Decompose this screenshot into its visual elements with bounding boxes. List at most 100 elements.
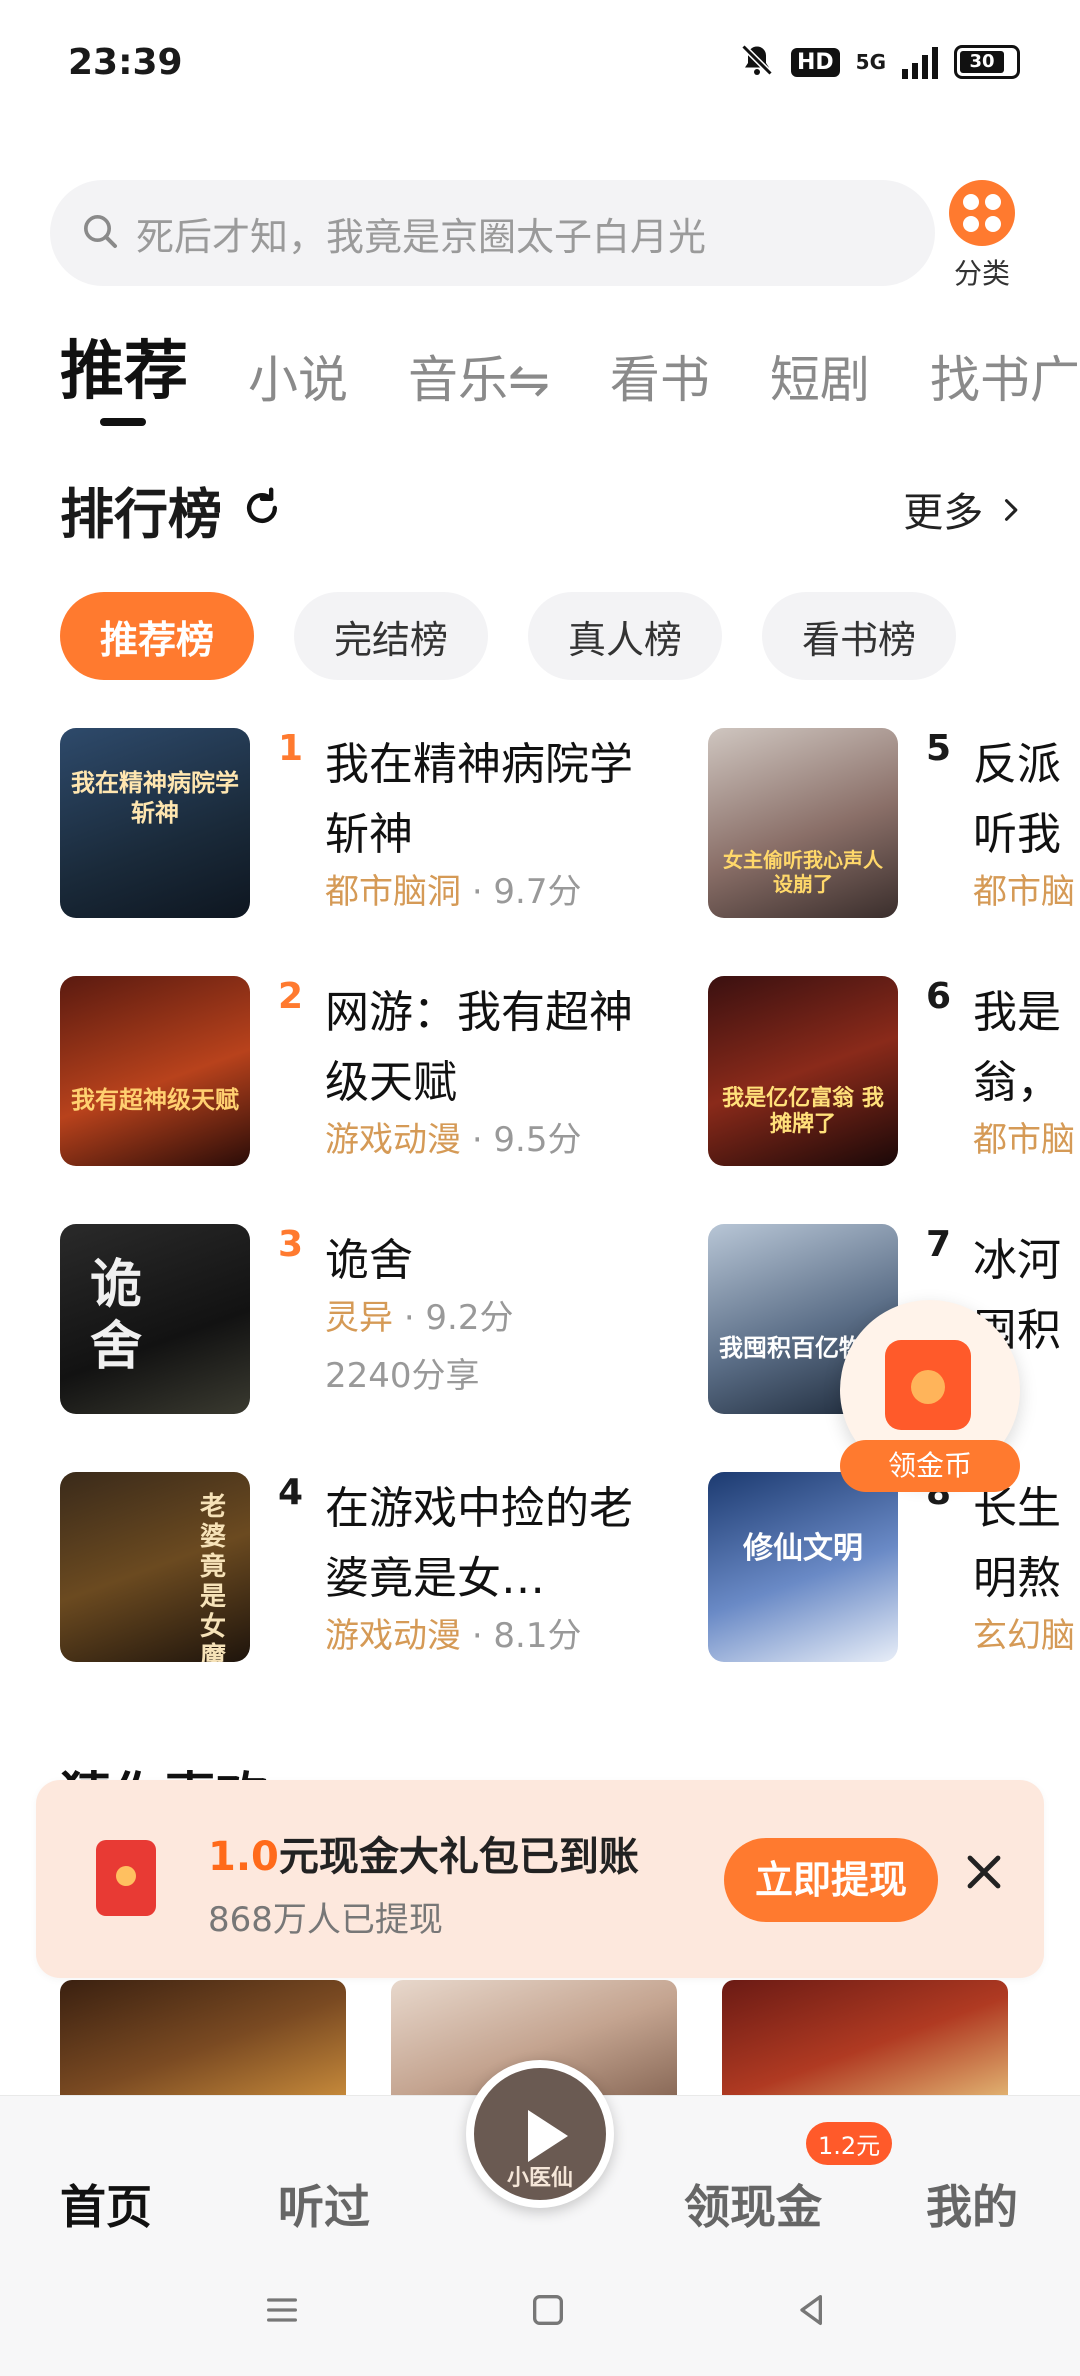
book-genre: 游戏动漫: [325, 1616, 461, 1656]
hd-icon: HD: [790, 47, 840, 77]
red-envelope-icon: [96, 1840, 156, 1916]
rank-number: 5: [926, 728, 952, 769]
pill-completed[interactable]: 完结榜: [294, 592, 489, 680]
mini-player[interactable]: 小医仙: [466, 2060, 614, 2208]
category-label: 分类: [953, 257, 1010, 290]
book-cover: 我有超神级天赋: [60, 976, 250, 1166]
nav-cash[interactable]: 领现金: [684, 2171, 822, 2237]
rank-number: 2: [278, 976, 304, 1017]
cash-banner[interactable]: 1.0元现金大礼包已到账 868万人已提现 立即提现: [36, 1780, 1044, 1978]
more-label: 更多: [903, 490, 984, 536]
tab-short-drama[interactable]: 短剧: [770, 340, 870, 412]
cover-text: 我是亿亿富翁 我摊牌了: [722, 1086, 884, 1137]
cash-amount: 1.0: [208, 1834, 279, 1880]
cash-subtitle: 868万人已提现: [208, 1900, 443, 1940]
cover-text: 女主偷听我心声人设崩了: [723, 848, 883, 896]
cover-text: 修仙文明: [743, 1531, 863, 1566]
list-item[interactable]: 女主偷听我心声人设崩了 5 反派听我 都市脑: [708, 728, 1080, 928]
list-item[interactable]: 我有超神级天赋 2 网游：我有超神级天赋 游戏动漫 · 9.5分: [60, 976, 633, 1176]
nav-listened[interactable]: 听过: [278, 2171, 370, 2237]
coin-label: 领金币: [840, 1440, 1020, 1492]
book-cover: 我是亿亿富翁 我摊牌了: [708, 976, 898, 1166]
book-meta: 灵异 · 9.2分: [325, 1290, 514, 1339]
signal-icon: [902, 45, 938, 79]
battery-level: 30: [960, 51, 1004, 73]
book-meta: 都市脑: [973, 1112, 1075, 1161]
status-time: 23:39: [68, 42, 183, 83]
nav-me[interactable]: 我的: [926, 2171, 1018, 2237]
book-meta: 游戏动漫 · 9.5分: [325, 1112, 582, 1161]
chevron-right-icon: [996, 490, 1024, 536]
tab-find-book[interactable]: 找书广: [930, 340, 1080, 412]
network-label: 5G: [855, 50, 886, 74]
search-icon: [80, 211, 120, 255]
list-item[interactable]: 老婆竟是女魔头 4 在游戏中捡的老婆竟是女… 游戏动漫 · 8.1分: [60, 1472, 633, 1672]
book-cover: 老婆竟是女魔头: [60, 1472, 250, 1662]
more-link[interactable]: 更多: [903, 480, 1024, 538]
ranking-title: 排行榜: [60, 483, 222, 546]
close-icon[interactable]: [960, 1848, 1008, 1896]
red-envelope-icon: [885, 1340, 971, 1430]
menu-icon[interactable]: [262, 2290, 302, 2334]
tab-read[interactable]: 看书: [610, 340, 710, 412]
refresh-icon[interactable]: [240, 486, 284, 534]
book-score: · 9.5分: [471, 1120, 582, 1160]
claim-coin-float[interactable]: 领金币: [840, 1300, 1020, 1492]
list-item[interactable]: 我是亿亿富翁 我摊牌了 6 我是翁， 都市脑: [708, 976, 1080, 1176]
book-meta: 都市脑洞 · 9.7分: [325, 864, 582, 913]
book-meta: 游戏动漫 · 8.1分: [325, 1608, 582, 1657]
book-meta: 都市脑: [973, 864, 1075, 913]
pill-recommend[interactable]: 推荐榜: [60, 592, 255, 680]
book-title: 在游戏中捡的老婆竟是女…: [325, 1483, 633, 1604]
pill-reading[interactable]: 看书榜: [762, 592, 957, 680]
ranking-list: 我在精神病院学斩神 1 我在精神病院学斩神 都市脑洞 · 9.7分 我有超神级天…: [0, 728, 1080, 1728]
tab-music[interactable]: 音乐⇋: [408, 340, 550, 412]
book-score: · 8.1分: [471, 1616, 582, 1656]
book-meta: 玄幻脑: [973, 1608, 1075, 1657]
list-item[interactable]: 我在精神病院学斩神 1 我在精神病院学斩神 都市脑洞 · 9.7分: [60, 728, 633, 928]
cover-text: 我有超神级天赋: [71, 1086, 239, 1114]
book-score: · 9.2分: [403, 1298, 514, 1338]
tab-novel[interactable]: 小说: [248, 340, 348, 412]
nav-home[interactable]: 首页: [60, 2171, 152, 2237]
withdraw-button[interactable]: 立即提现: [724, 1838, 938, 1922]
home-icon[interactable]: [528, 2290, 568, 2334]
book-genre: 都市脑: [973, 872, 1075, 912]
rank-number: 7: [926, 1224, 952, 1265]
book-share-count: 2240分享: [325, 1356, 480, 1396]
battery-icon: 30: [954, 45, 1020, 79]
cash-badge: 1.2元: [806, 2122, 893, 2165]
cash-text: 元现金大礼包已到账: [278, 1834, 639, 1880]
category-button[interactable]: 分类: [932, 180, 1032, 292]
back-icon[interactable]: [792, 2290, 832, 2334]
drama-cover[interactable]: [722, 1980, 1008, 2095]
rank-number: 1: [278, 728, 304, 769]
tab-recommend[interactable]: 推荐: [60, 320, 188, 412]
book-title: 网游：我有超神级天赋: [325, 987, 633, 1108]
book-genre: 游戏动漫: [325, 1120, 461, 1160]
cover-text: 我在精神病院学斩神: [71, 769, 239, 827]
cover-text: 老婆竟是女魔头: [200, 1492, 227, 1662]
list-item[interactable]: 修仙文明 8 长生明熬 玄幻脑: [708, 1472, 1080, 1672]
status-icons: HD 5G 30: [739, 42, 1020, 82]
book-genre: 玄幻脑: [973, 1616, 1075, 1656]
book-genre: 都市脑洞: [325, 872, 461, 912]
book-title: 反派听我: [973, 739, 1061, 860]
book-title: 长生明熬: [973, 1483, 1061, 1604]
rank-number: 6: [926, 976, 952, 1017]
list-item[interactable]: 诡舍 3 诡舍 灵异 · 9.2分 2240分享: [60, 1224, 620, 1424]
system-nav: [0, 2290, 1080, 2350]
cash-title: 1.0元现金大礼包已到账: [208, 1824, 639, 1882]
search-bar[interactable]: 死后才知，我竟是京圈太子白月光: [50, 180, 935, 286]
search-placeholder: 死后才知，我竟是京圈太子白月光: [136, 214, 707, 259]
rank-number: 4: [278, 1472, 304, 1513]
book-genre: 灵异: [325, 1298, 393, 1338]
ranking-header: 排行榜: [60, 470, 284, 549]
top-tabs: 推荐 小说 音乐⇋ 看书 短剧 找书广: [60, 320, 1080, 412]
book-cover: 诡舍: [60, 1224, 250, 1414]
category-icon: [949, 180, 1015, 246]
pill-real-voice[interactable]: 真人榜: [528, 592, 723, 680]
book-genre: 都市脑: [973, 1120, 1075, 1160]
drama-cover[interactable]: [60, 1980, 346, 2095]
book-title: 我在精神病院学斩神: [325, 739, 633, 860]
